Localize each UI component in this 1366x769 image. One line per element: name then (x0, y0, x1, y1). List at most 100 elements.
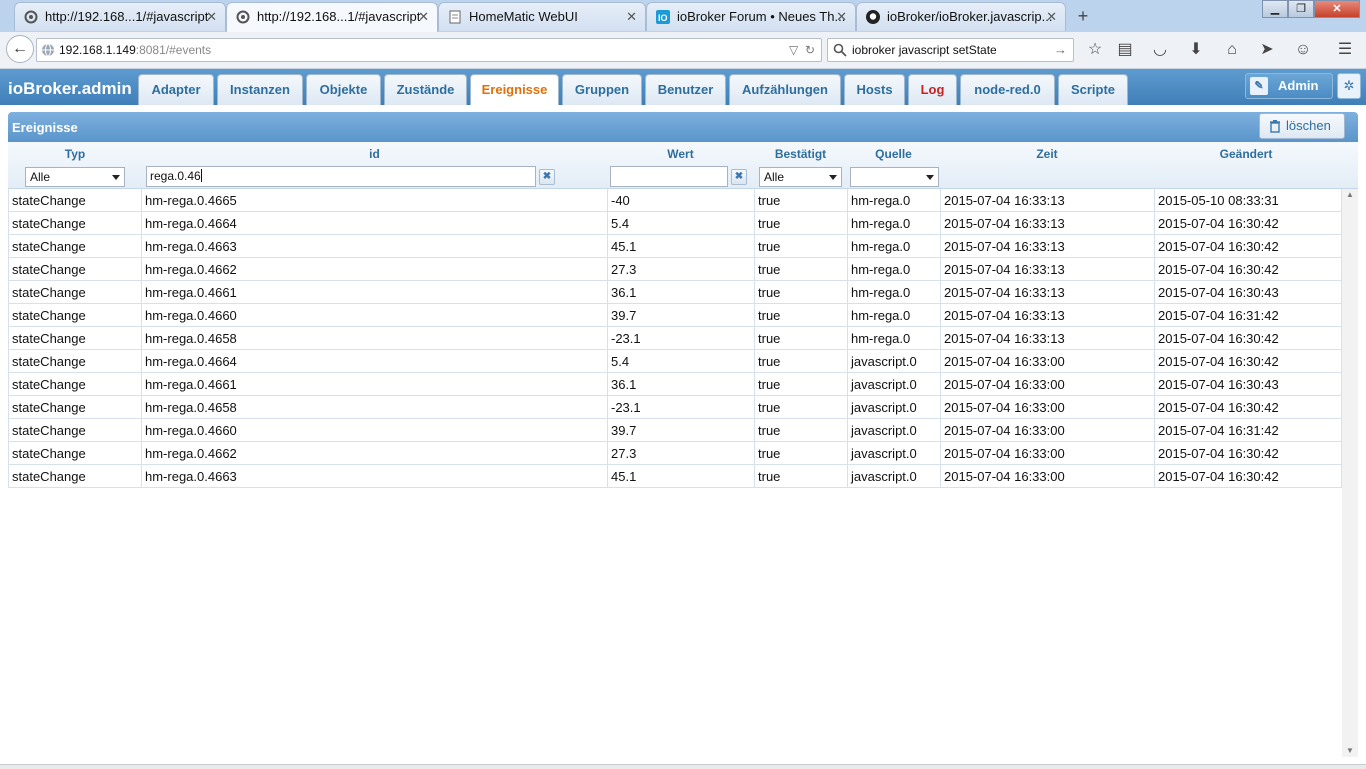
table-row[interactable]: stateChange hm-rega.0.4662 27.3 true hm-rega… (8, 257, 1342, 281)
wert-filter-clear-button[interactable]: ✖ (731, 169, 747, 185)
tab-node-red[interactable]: node-red.0 (960, 74, 1055, 105)
typ-filter-value: Alle (30, 170, 51, 184)
download-icon[interactable]: ⬇ (1186, 40, 1206, 60)
cell-id: hm-rega.0.4662 (141, 257, 608, 281)
tab-log[interactable]: Log (908, 74, 957, 105)
cell-wert: 45.1 (607, 234, 755, 258)
address-bar[interactable]: 192.168.1.149:8081/#events ▽ ↻ (36, 38, 822, 62)
cell-bestaetigt: true (754, 280, 848, 304)
table-row[interactable]: stateChange hm-rega.0.4663 45.1 true javascr… (8, 464, 1342, 488)
chat-icon[interactable]: ☺ (1293, 40, 1313, 60)
table-row[interactable]: stateChange hm-rega.0.4664 5.4 true hm-rega.… (8, 211, 1342, 235)
tab-ereignisse[interactable]: Ereignisse (470, 74, 559, 105)
cell-bestaetigt: true (754, 395, 848, 419)
admin-user-button[interactable]: ✎ Admin (1245, 73, 1333, 99)
close-icon[interactable]: ✕ (1046, 3, 1057, 31)
column-header-bestaetigt[interactable]: Bestätigt (754, 147, 847, 161)
table-row[interactable]: stateChange hm-rega.0.4661 36.1 true javascr… (8, 372, 1342, 396)
cell-zeit: 2015-07-04 16:33:13 (940, 211, 1155, 235)
table-row[interactable]: stateChange hm-rega.0.4660 39.7 true hm-rega… (8, 303, 1342, 327)
menu-icon[interactable]: ☰ (1335, 40, 1355, 60)
dropdown-arrow-icon[interactable]: ▽ (789, 43, 798, 57)
cell-zeit: 2015-07-04 16:33:13 (940, 326, 1155, 350)
column-header-zeit[interactable]: Zeit (940, 147, 1154, 161)
tab-scripte[interactable]: Scripte (1058, 74, 1128, 105)
tab-gruppen[interactable]: Gruppen (562, 74, 642, 105)
search-bar[interactable]: iobroker javascript setState → (827, 38, 1074, 62)
bookmark-star-icon[interactable]: ☆ (1085, 40, 1105, 60)
reading-list-icon[interactable]: ▤ (1115, 40, 1135, 60)
bestaetigt-filter-select[interactable]: Alle (759, 167, 842, 187)
table-row[interactable]: stateChange hm-rega.0.4658 -23.1 true javasc… (8, 395, 1342, 419)
close-icon[interactable]: ✕ (626, 3, 637, 31)
reload-icon[interactable]: ↻ (805, 43, 815, 57)
column-header-id[interactable]: id (142, 147, 607, 161)
cell-quelle: javascript.0 (847, 464, 941, 488)
table-row[interactable]: stateChange hm-rega.0.4662 27.3 true javascr… (8, 441, 1342, 465)
cell-zeit: 2015-07-04 16:33:13 (940, 189, 1155, 212)
minimize-button[interactable]: ▁ (1262, 0, 1288, 18)
cell-bestaetigt: true (754, 372, 848, 396)
scroll-up-icon[interactable]: ▲ (1342, 189, 1358, 201)
table-row[interactable]: stateChange hm-rega.0.4664 5.4 true javascri… (8, 349, 1342, 373)
column-header-wert[interactable]: Wert (607, 147, 754, 161)
tab-objekte[interactable]: Objekte (306, 74, 381, 105)
column-header-typ[interactable]: Typ (8, 147, 142, 161)
send-icon[interactable]: ➤ (1257, 40, 1277, 60)
cell-id: hm-rega.0.4662 (141, 441, 608, 465)
scroll-down-icon[interactable]: ▼ (1342, 745, 1358, 757)
wert-filter-input[interactable] (610, 166, 728, 187)
column-header-geaendert[interactable]: Geändert (1154, 147, 1338, 161)
settings-button[interactable]: ✲ (1337, 73, 1361, 99)
tab-hosts[interactable]: Hosts (844, 74, 905, 105)
id-filter-clear-button[interactable]: ✖ (539, 169, 555, 185)
close-icon[interactable]: ✕ (418, 3, 429, 31)
gear-icon (24, 10, 38, 24)
new-tab-button[interactable]: + (1072, 4, 1094, 28)
close-icon[interactable]: ✕ (836, 3, 847, 31)
maximize-button[interactable]: ❐ (1288, 0, 1314, 18)
table-row[interactable]: stateChange hm-rega.0.4658 -23.1 true hm-reg… (8, 326, 1342, 350)
typ-filter-select[interactable]: Alle (25, 167, 125, 187)
id-filter-input[interactable]: rega.0.46 (146, 166, 536, 187)
cell-wert: 39.7 (607, 303, 755, 327)
cell-geaendert: 2015-07-04 16:30:42 (1154, 326, 1342, 350)
cell-id: hm-rega.0.4661 (141, 280, 608, 304)
tab-aufzaehlungen[interactable]: Aufzählungen (729, 74, 841, 105)
browser-tab-3[interactable]: HomeMatic WebUI ✕ (438, 2, 646, 31)
back-button[interactable]: ← (6, 35, 34, 63)
tab-adapter[interactable]: Adapter (138, 74, 214, 105)
cell-bestaetigt: true (754, 349, 848, 373)
table-row[interactable]: stateChange hm-rega.0.4663 45.1 true hm-rega… (8, 234, 1342, 258)
clear-events-button[interactable]: löschen (1259, 113, 1345, 139)
tab-benutzer[interactable]: Benutzer (645, 74, 726, 105)
gear-icon (236, 10, 250, 24)
vertical-scrollbar[interactable]: ▲ ▼ (1342, 189, 1358, 757)
table-row[interactable]: stateChange hm-rega.0.4660 39.7 true javascr… (8, 418, 1342, 442)
quelle-filter-select[interactable] (850, 167, 939, 187)
pocket-icon[interactable]: ◡ (1150, 40, 1170, 60)
cell-bestaetigt: true (754, 303, 848, 327)
browser-tab-5[interactable]: ioBroker/ioBroker.javascrip... ✕ (856, 2, 1066, 31)
cell-bestaetigt: true (754, 234, 848, 258)
cell-id: hm-rega.0.4665 (141, 189, 608, 212)
window-close-button[interactable]: ✕ (1314, 0, 1360, 18)
browser-tab-4[interactable]: IO ioBroker Forum • Neues Th... ✕ (646, 2, 856, 31)
arrow-right-icon[interactable]: → (1054, 39, 1067, 61)
column-header-quelle[interactable]: Quelle (847, 147, 940, 161)
cell-geaendert: 2015-07-04 16:30:42 (1154, 464, 1342, 488)
cell-id: hm-rega.0.4663 (141, 234, 608, 258)
cell-quelle: hm-rega.0 (847, 189, 941, 212)
browser-tab-1[interactable]: http://192.168...1/#javascript ✕ (14, 2, 226, 31)
browser-tab-label: ioBroker/ioBroker.javascrip... (887, 9, 1053, 24)
browser-tab-2[interactable]: http://192.168...1/#javascript ✕ (226, 2, 438, 32)
close-icon[interactable]: ✕ (206, 3, 217, 31)
table-row[interactable]: stateChange hm-rega.0.4665 -40 true hm-rega.… (8, 189, 1342, 212)
cell-bestaetigt: true (754, 441, 848, 465)
tab-zustaende[interactable]: Zustände (384, 74, 467, 105)
tab-instanzen[interactable]: Instanzen (217, 74, 303, 105)
home-icon[interactable]: ⌂ (1222, 40, 1242, 60)
table-row[interactable]: stateChange hm-rega.0.4661 36.1 true hm-rega… (8, 280, 1342, 304)
cell-quelle: javascript.0 (847, 395, 941, 419)
cell-zeit: 2015-07-04 16:33:00 (940, 441, 1155, 465)
